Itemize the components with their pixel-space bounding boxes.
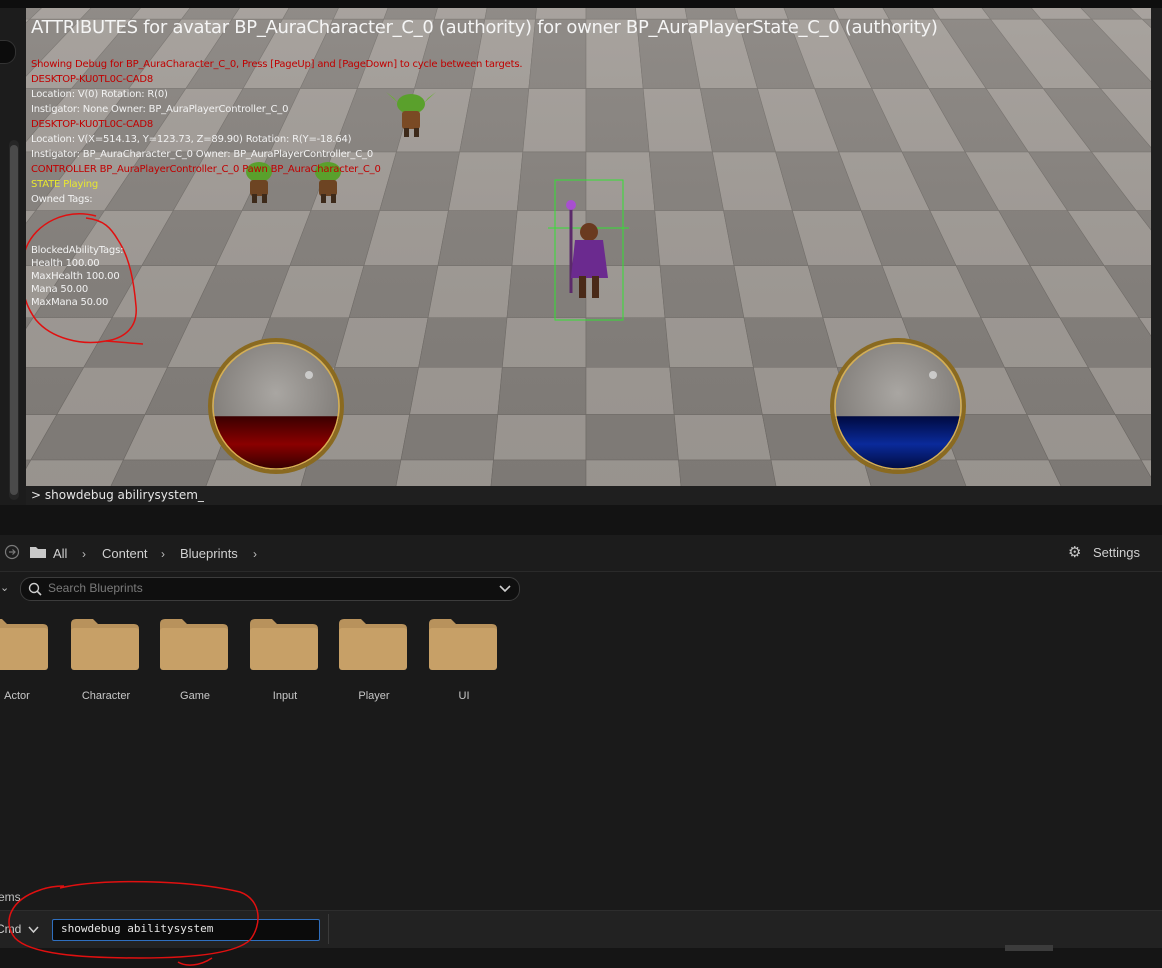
horizontal-scrollbar-thumb[interactable] [1005, 945, 1053, 951]
game-console-text: > showdebug abilirysystem_ [31, 488, 204, 502]
search-icon [28, 582, 42, 596]
game-viewport[interactable]: ATTRIBUTES for avatar BP_AuraCharacter_C… [26, 8, 1151, 486]
debug-location: Location: V(X=514.13, Y=123.73, Z=89.90)… [31, 134, 352, 145]
health-globe [208, 338, 344, 474]
folder-label-game[interactable]: Game [150, 690, 240, 702]
folder-icon[interactable] [71, 618, 139, 670]
left-scrollbar-thumb[interactable] [10, 145, 18, 495]
top-strip [0, 0, 1162, 8]
mana-globe [830, 338, 966, 474]
history-forward-icon[interactable] [4, 544, 20, 560]
annotation-circle [8, 880, 259, 966]
folder-label-ui[interactable]: UI [419, 690, 509, 702]
chevron-right-icon[interactable]: › [161, 547, 165, 561]
panel-divider [0, 505, 1162, 535]
debug-state: STATE Playing [31, 179, 99, 190]
folder-icon[interactable] [250, 618, 318, 670]
chevron-down-icon[interactable] [499, 585, 511, 593]
debug-machine-name: DESKTOP-KU0TL0C-CAD8 [31, 119, 154, 130]
folder-icon[interactable] [429, 618, 497, 670]
game-console[interactable]: > showdebug abilirysystem_ [26, 486, 1151, 505]
chevron-down-icon[interactable]: ⌄ [0, 581, 9, 594]
debug-instigator: Instigator: None Owner: BP_AuraPlayerCon… [31, 104, 289, 115]
folder-label-character[interactable]: Character [61, 690, 151, 702]
breadcrumb-blueprints[interactable]: Blueprints [180, 546, 238, 561]
attribute-mana: Mana 50.00 [31, 284, 89, 295]
divider [328, 914, 329, 944]
folder-label-input[interactable]: Input [240, 690, 330, 702]
folder-label-actor[interactable]: Actor [0, 690, 62, 702]
folder-label-player[interactable]: Player [329, 690, 419, 702]
attribute-max-mana: MaxMana 50.00 [31, 297, 109, 308]
breadcrumb-content[interactable]: Content [102, 546, 148, 561]
viewport-debug-title: ATTRIBUTES for avatar BP_AuraCharacter_C… [31, 17, 938, 38]
chevron-right-icon[interactable]: › [253, 547, 257, 561]
right-panel [1151, 8, 1162, 505]
search-input[interactable]: Search Blueprints [20, 577, 520, 601]
attribute-health: Health 100.00 [31, 258, 100, 269]
gear-icon: ⚙ [1068, 544, 1082, 561]
search-placeholder: Search Blueprints [48, 581, 143, 595]
folder-icon[interactable] [339, 618, 407, 670]
chevron-right-icon[interactable]: › [82, 547, 86, 561]
debug-instigator: Instigator: BP_AuraCharacter_C_0 Owner: … [31, 149, 373, 160]
settings-label: Settings [1093, 545, 1140, 560]
checker-floor [26, 8, 1151, 486]
folder-icon[interactable] [29, 545, 47, 559]
debug-controller: CONTROLLER BP_AuraPlayerController_C_0 P… [31, 164, 381, 175]
attribute-max-health: MaxHealth 100.00 [31, 271, 120, 282]
debug-blocked-tags: BlockedAbilityTags: [31, 245, 124, 256]
folder-icon[interactable] [0, 618, 48, 670]
breadcrumb-all[interactable]: All [53, 546, 67, 561]
debug-machine-name: DESKTOP-KU0TL0C-CAD8 [31, 74, 154, 85]
debug-showing-line: Showing Debug for BP_AuraCharacter_C_0, … [31, 59, 523, 70]
folder-icon[interactable] [160, 618, 228, 670]
debug-location: Location: V(0) Rotation: R(0) [31, 89, 168, 100]
content-browser-toolbar [0, 535, 1162, 572]
debug-owned-tags: Owned Tags: [31, 194, 93, 205]
